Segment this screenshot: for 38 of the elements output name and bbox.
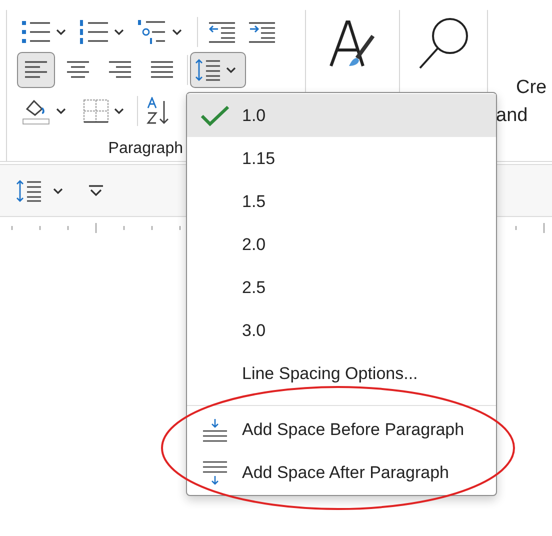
menu-item[interactable]: 2.5 [187, 266, 496, 309]
menu-item[interactable]: 3.0 [187, 309, 496, 352]
menu-item[interactable]: 1.0 [187, 94, 496, 137]
align-right-icon[interactable] [108, 60, 132, 80]
menu-item[interactable]: Add Space Before Paragraph [187, 408, 496, 451]
caret-icon[interactable] [55, 28, 67, 36]
bullet-list-icon[interactable] [21, 20, 51, 44]
sort-icon[interactable] [146, 97, 170, 126]
space-before-icon [200, 418, 228, 442]
caret-icon[interactable] [52, 186, 64, 194]
justify-icon[interactable] [150, 60, 174, 80]
line-spacing-icon[interactable] [195, 58, 221, 82]
caret-icon[interactable] [55, 107, 67, 116]
menu-item[interactable]: 2.0 [187, 223, 496, 266]
caret-icon[interactable] [171, 28, 183, 36]
alignment-button[interactable] [17, 52, 55, 88]
customize-icon[interactable] [88, 184, 104, 198]
decrease-indent-icon[interactable] [208, 20, 236, 43]
group-label: Paragraph [108, 139, 183, 159]
align-left-icon[interactable] [24, 60, 48, 80]
line-spacing-icon[interactable] [16, 178, 42, 202]
multilevel-list-icon[interactable] [137, 18, 167, 45]
caret-icon[interactable] [225, 66, 237, 74]
increase-indent-icon[interactable] [248, 20, 276, 43]
align-center-icon[interactable] [66, 60, 90, 80]
group-label: Cre [516, 76, 547, 100]
menu-item[interactable]: Add Space After Paragraph [187, 451, 496, 494]
numbered-list-icon[interactable] [79, 20, 109, 44]
group-label: and [496, 104, 529, 128]
menu-item[interactable]: 1.15 [187, 137, 496, 180]
line-spacing-button[interactable] [190, 52, 246, 88]
space-after-icon [200, 460, 228, 484]
menu-item[interactable]: Line Spacing Options... [187, 352, 496, 395]
menu-item[interactable]: 1.5 [187, 180, 496, 223]
caret-icon[interactable] [113, 28, 125, 36]
borders-icon[interactable] [83, 99, 109, 124]
paint-bucket-icon[interactable] [21, 97, 51, 126]
caret-icon[interactable] [113, 107, 125, 116]
